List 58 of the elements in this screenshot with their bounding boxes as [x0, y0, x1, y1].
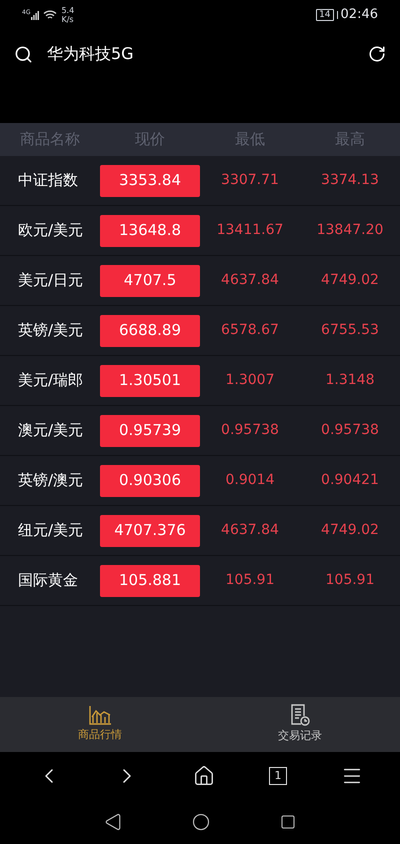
price-button[interactable]: 13648.8 — [100, 214, 200, 246]
recent-apps-icon[interactable] — [280, 814, 296, 830]
price-button[interactable]: 0.90306 — [100, 464, 200, 496]
price-button[interactable]: 1.30501 — [100, 364, 200, 396]
high-price: 13847.20 — [316, 221, 384, 240]
speed-value: 5.4 — [61, 6, 74, 15]
column-header: 最高 — [334, 129, 366, 150]
clock-time: 02:46 — [340, 6, 378, 24]
refresh-icon[interactable] — [368, 45, 386, 63]
high-price: 3374.13 — [320, 171, 380, 190]
high-price: 0.95738 — [320, 421, 380, 440]
high-price: 0.90421 — [320, 471, 380, 490]
product-name: 英镑/澳元 — [17, 470, 84, 492]
product-name: 美元/日元 — [17, 270, 84, 292]
page-title: 华为科技5G — [47, 43, 134, 65]
column-header: 现价 — [134, 129, 166, 150]
signal-icon — [31, 10, 40, 20]
product-name: 澳元/美元 — [17, 420, 84, 442]
price-button[interactable]: 105.881 — [100, 564, 200, 596]
price-button[interactable]: 4707.5 — [100, 264, 200, 296]
search-icon[interactable] — [14, 44, 33, 64]
battery-icon: 14 — [316, 9, 334, 21]
low-price: 0.9014 — [224, 471, 276, 490]
high-price: 105.91 — [324, 571, 376, 590]
low-price: 13411.67 — [216, 221, 284, 240]
product-name: 英镑/美元 — [17, 320, 84, 342]
back-nav-icon[interactable] — [104, 813, 122, 831]
high-price: 4749.02 — [320, 521, 380, 540]
bottom-tab[interactable]: 交易记录 — [200, 697, 400, 752]
home-icon[interactable] — [193, 765, 215, 787]
low-price: 0.95738 — [220, 421, 280, 440]
column-header: 商品名称 — [19, 129, 81, 150]
home-nav-icon[interactable] — [192, 813, 210, 831]
product-name: 中证指数 — [17, 170, 79, 192]
product-name: 国际黄金 — [17, 570, 79, 592]
product-name: 美元/瑞郎 — [17, 370, 84, 392]
low-price: 3307.71 — [220, 171, 280, 190]
low-price: 6578.67 — [220, 321, 280, 340]
price-button[interactable]: 0.95739 — [100, 414, 200, 446]
document-clock-icon — [289, 704, 311, 726]
low-price: 4637.84 — [220, 271, 280, 290]
column-header: 最低 — [234, 129, 266, 150]
tabs-count-button[interactable]: 1 — [269, 767, 287, 785]
price-button[interactable]: 3353.84 — [100, 164, 200, 196]
product-name: 欧元/美元 — [17, 220, 84, 242]
speed-unit: K/s — [61, 15, 74, 24]
bottom-tab[interactable]: 商品行情 — [0, 697, 200, 752]
bar-chart-icon — [88, 705, 112, 726]
high-price: 1.3148 — [324, 371, 376, 390]
low-price: 105.91 — [224, 571, 276, 590]
product-name: 纽元/美元 — [17, 520, 84, 542]
high-price: 4749.02 — [320, 271, 380, 290]
low-price: 1.3007 — [224, 371, 276, 390]
high-price: 6755.53 — [320, 321, 380, 340]
price-button[interactable]: 4707.376 — [100, 514, 200, 546]
low-price: 4637.84 — [220, 521, 280, 540]
price-button[interactable]: 6688.89 — [100, 314, 200, 346]
wifi-icon — [43, 10, 58, 20]
